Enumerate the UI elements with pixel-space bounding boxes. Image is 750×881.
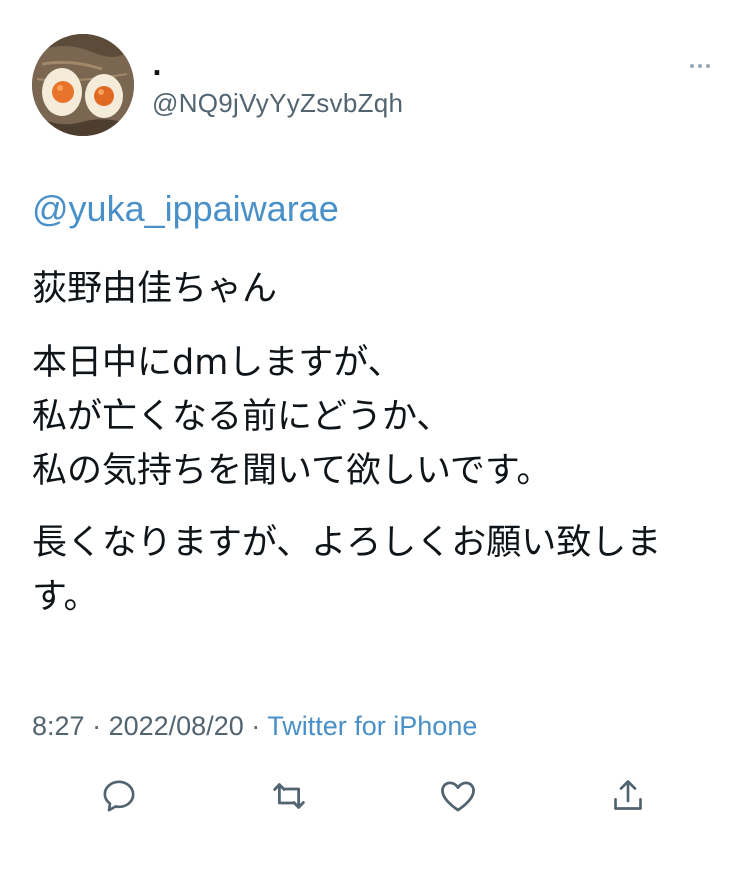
retweet-icon [273,783,305,809]
author-handle[interactable]: @NQ9jVyYyZsvbZqh [152,86,403,120]
avatar-image [32,34,134,136]
reply-icon [103,780,135,812]
more-dot [706,64,710,68]
tweet-meta: 8:27 · 2022/08/20 · Twitter for iPhone [32,708,477,744]
tweet-time[interactable]: 8:27 [32,711,85,741]
tweet-paragraph: 荻野由佳ちゃん [32,269,278,309]
meta-separator: · [92,711,102,741]
share-button[interactable] [602,770,654,822]
more-options-button[interactable] [680,54,720,78]
action-bar [0,770,750,822]
tweet-date[interactable]: 2022/08/20 [109,711,244,741]
retweet-button[interactable] [263,770,315,822]
tweet-paragraph: 本日中にdmしますが、 私が亡くなる前にどうか、 私の気持ちを聞いて欲しいです。 [32,343,552,491]
avatar[interactable] [32,34,134,136]
meta-separator: · [251,711,261,741]
tweet-paragraph: 長くなりますが、よろしくお願い致します。 [32,523,662,617]
share-icon [614,780,642,810]
heart-icon [441,781,475,812]
more-dot [690,64,694,68]
author-display-name[interactable]: . [152,52,162,82]
like-button[interactable] [432,770,484,822]
tweet-source[interactable]: Twitter for iPhone [267,711,477,741]
mention-link[interactable]: @yuka_ippaiwarae [32,186,339,232]
more-dot [698,64,702,68]
tweet-text: 荻野由佳ちゃん 本日中にdmしますが、 私が亡くなる前にどうか、 私の気持ちを聞… [32,262,722,642]
reply-button[interactable] [93,770,145,822]
